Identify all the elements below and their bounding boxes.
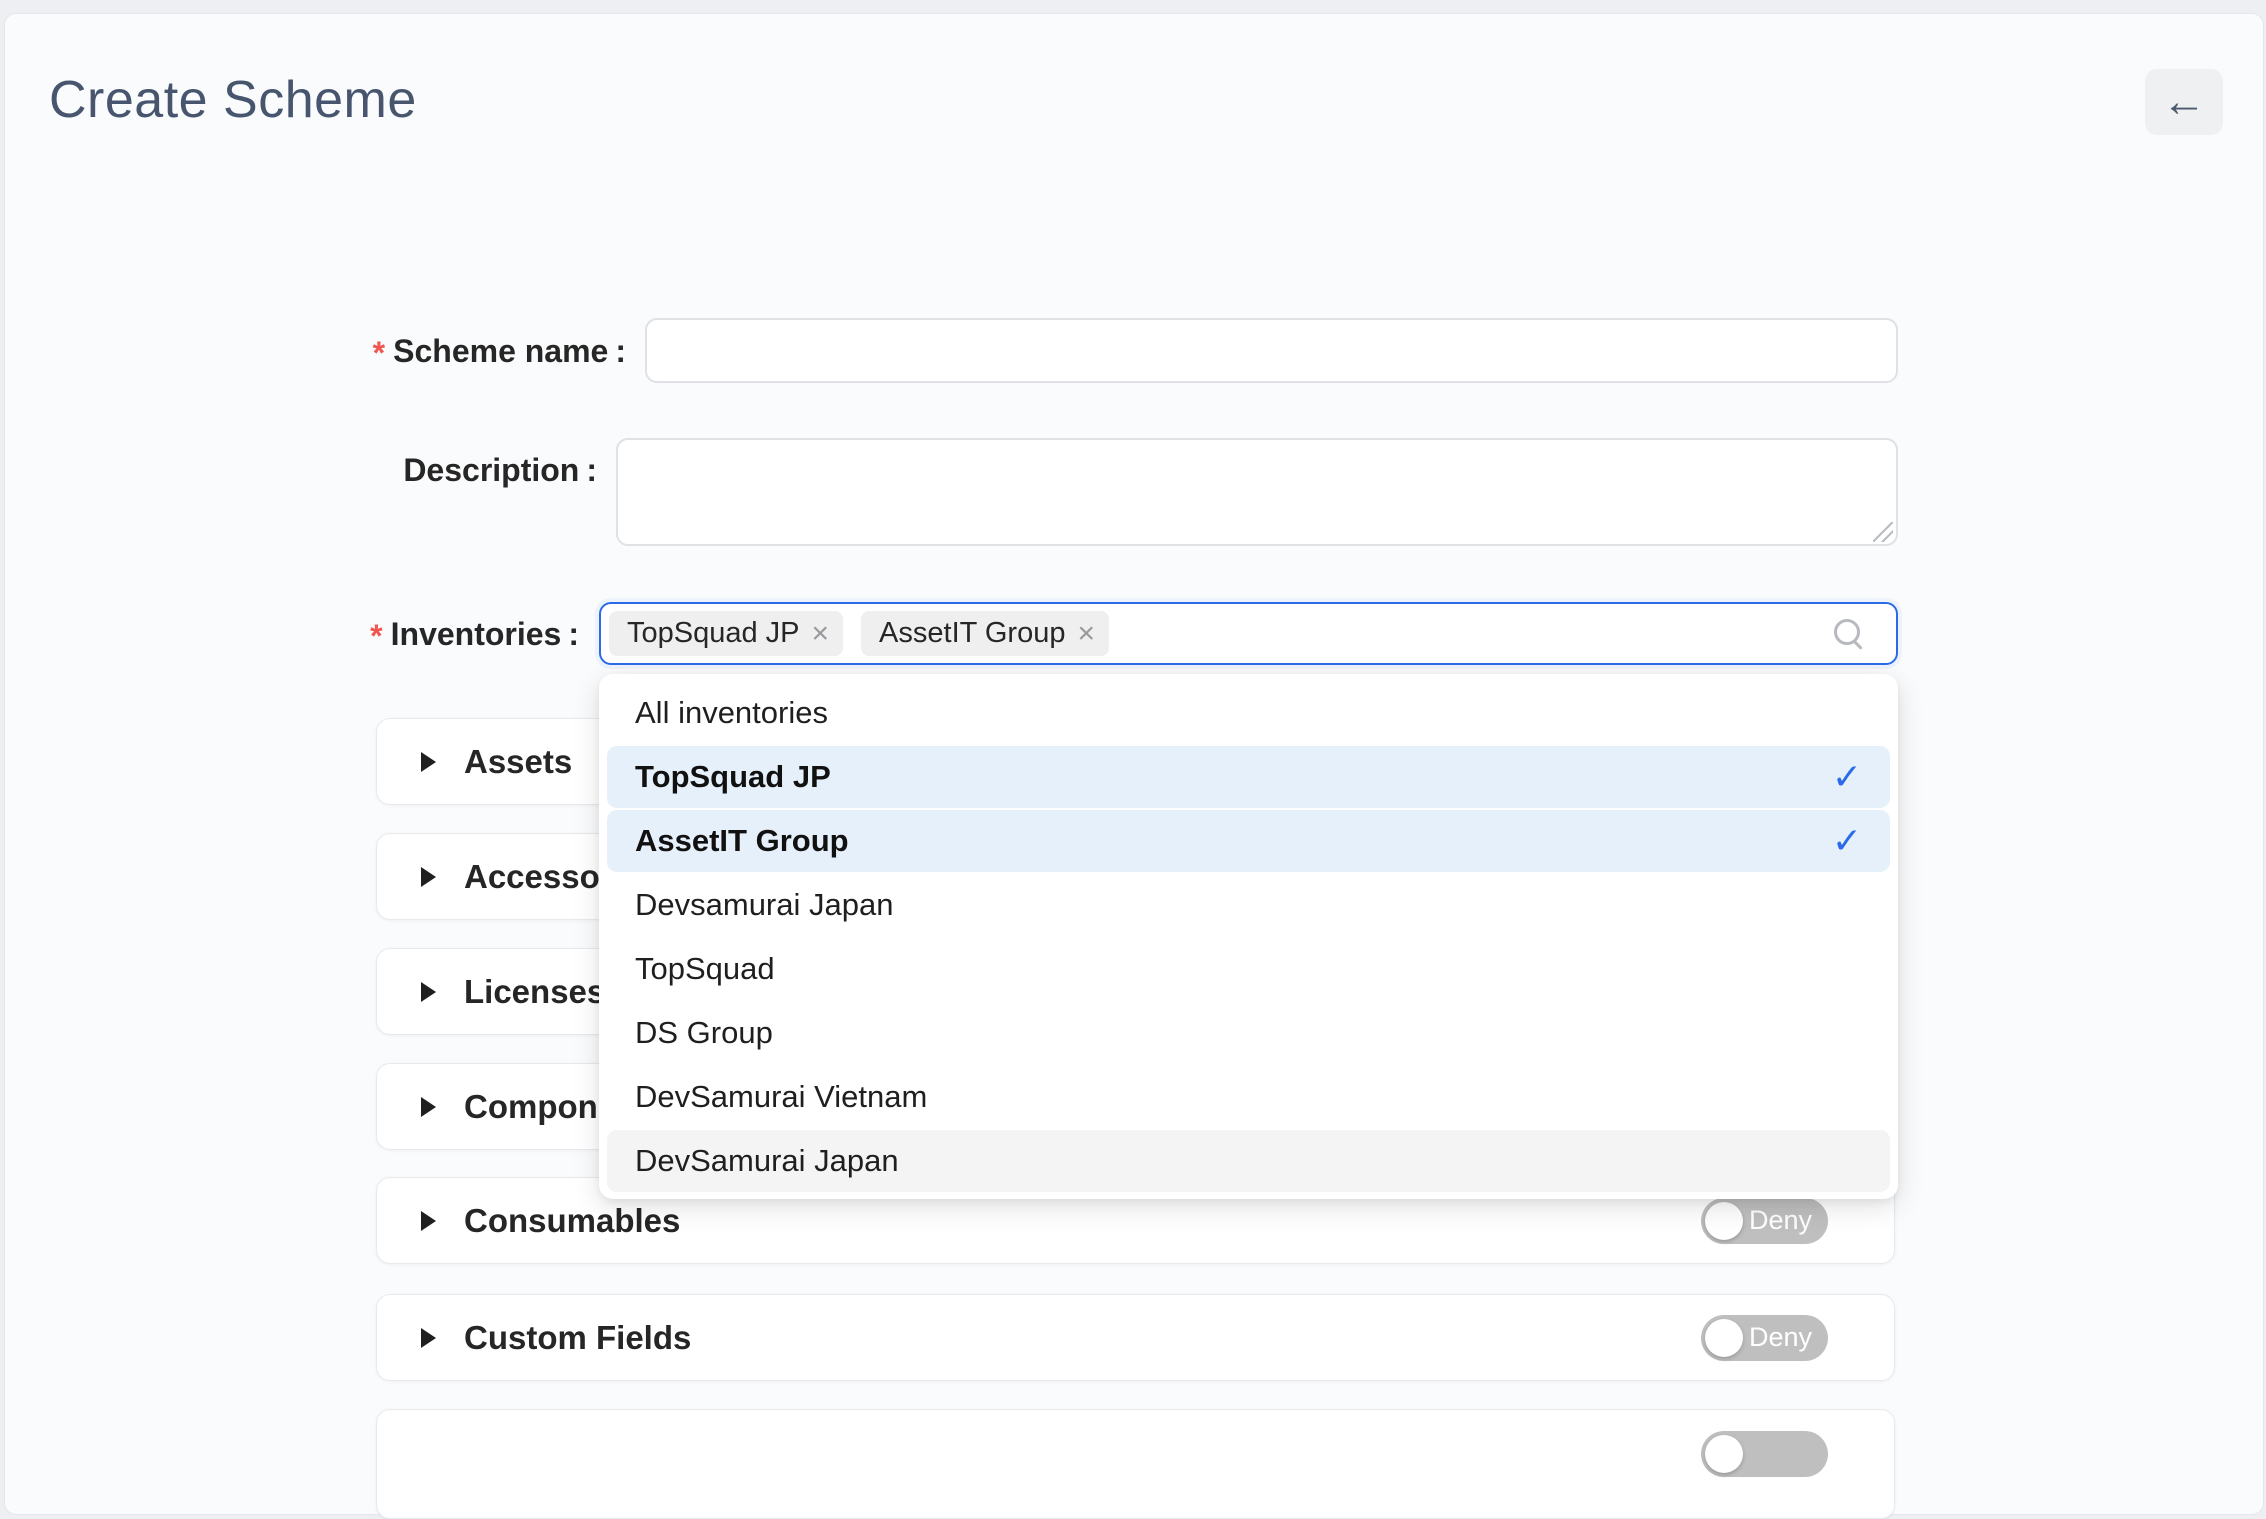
dropdown-option-devsamurai-japan-1[interactable]: Devsamurai Japan: [607, 874, 1890, 936]
caret-right-icon: [421, 752, 436, 772]
create-scheme-card: Create Scheme ← *Scheme name: Descriptio…: [4, 13, 2264, 1515]
deny-toggle[interactable]: [1701, 1431, 1828, 1477]
selected-tag: AssetIT Group ×: [861, 611, 1109, 656]
back-button[interactable]: ←: [2145, 69, 2223, 135]
description-textarea[interactable]: [616, 438, 1898, 546]
panel-custom-fields[interactable]: Custom Fields Deny: [376, 1294, 1895, 1381]
required-marker: *: [373, 335, 385, 371]
check-icon: ✓: [1832, 820, 1862, 862]
caret-right-icon: [421, 1328, 436, 1348]
inventories-label: *Inventories:: [5, 616, 579, 653]
inventories-dropdown: All inventories TopSquad JP ✓ AssetIT Gr…: [599, 674, 1898, 1199]
description-label: Description:: [5, 452, 597, 489]
dropdown-option-all-inventories[interactable]: All inventories: [607, 682, 1890, 744]
dropdown-option-ds-group[interactable]: DS Group: [607, 1002, 1890, 1064]
caret-right-icon: [421, 1097, 436, 1117]
selected-tag: TopSquad JP ×: [609, 611, 843, 656]
panel-partial[interactable]: [376, 1409, 1895, 1519]
caret-right-icon: [421, 867, 436, 887]
remove-tag-icon[interactable]: ×: [812, 619, 830, 649]
caret-right-icon: [421, 982, 436, 1002]
remove-tag-icon[interactable]: ×: [1077, 619, 1095, 649]
dropdown-option-assetit-group[interactable]: AssetIT Group ✓: [607, 810, 1890, 872]
check-icon: ✓: [1832, 756, 1862, 798]
scheme-name-label: *Scheme name:: [5, 333, 626, 370]
inventories-multiselect[interactable]: TopSquad JP × AssetIT Group ×: [599, 602, 1898, 665]
dropdown-option-topsquad[interactable]: TopSquad: [607, 938, 1890, 1000]
custom-fields-deny-toggle[interactable]: Deny: [1701, 1315, 1828, 1361]
scheme-name-input[interactable]: [645, 318, 1898, 383]
consumables-deny-toggle[interactable]: Deny: [1701, 1198, 1828, 1244]
page-title: Create Scheme: [49, 70, 417, 130]
dropdown-option-topsquad-jp[interactable]: TopSquad JP ✓: [607, 746, 1890, 808]
caret-right-icon: [421, 1211, 436, 1231]
search-icon: [1834, 619, 1866, 651]
dropdown-option-devsamurai-japan-2[interactable]: DevSamurai Japan: [607, 1130, 1890, 1192]
arrow-left-icon: ←: [2162, 80, 2206, 124]
required-marker: *: [370, 618, 382, 654]
dropdown-option-devsamurai-vietnam[interactable]: DevSamurai Vietnam: [607, 1066, 1890, 1128]
